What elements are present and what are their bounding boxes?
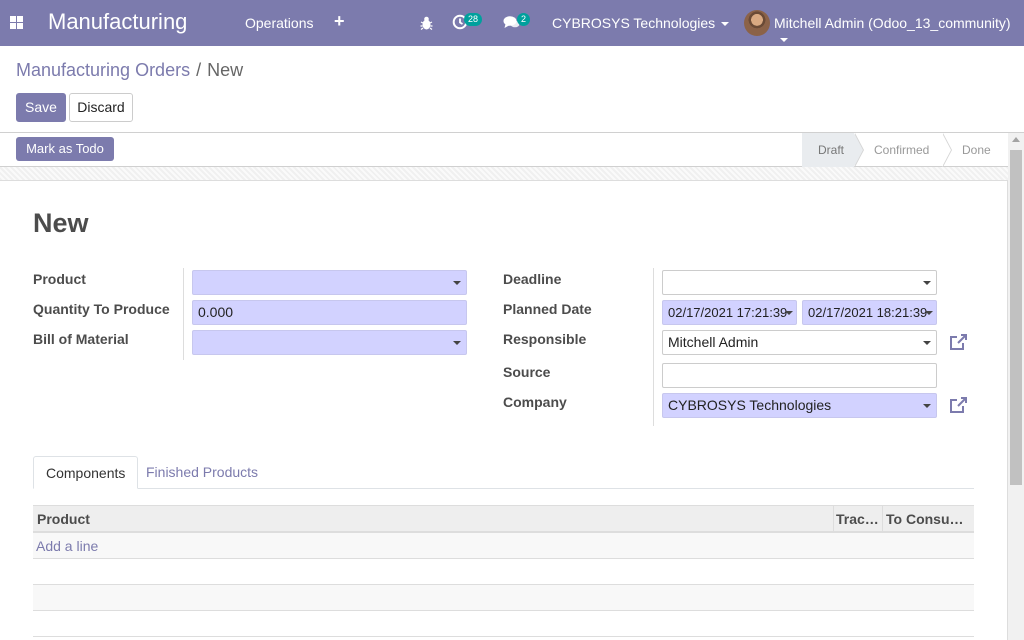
user-name: Mitchell Admin (Odoo_13_community) (774, 15, 1011, 31)
dropdown-arrow-icon[interactable] (923, 341, 931, 345)
discard-button[interactable]: Discard (69, 93, 133, 122)
planned-end-field[interactable]: 02/17/2021 18:21:39 (802, 300, 937, 325)
breadcrumb: Manufacturing Orders / New (16, 60, 243, 81)
table-row: Add a line (33, 533, 974, 559)
plus-icon[interactable]: + (334, 11, 345, 32)
app-title[interactable]: Manufacturing (48, 9, 187, 35)
scrollbar-thumb[interactable] (1010, 150, 1022, 485)
source-label: Source (503, 364, 551, 380)
statusbar: Mark as Todo Draft Confirmed Done (0, 133, 1008, 167)
tab-finished-products[interactable]: Finished Products (134, 456, 270, 489)
company-value: CYBROSYS Technologies (668, 397, 832, 413)
quantity-value: 0.000 (198, 304, 234, 320)
deadline-label: Deadline (503, 271, 562, 287)
breadcrumb-parent[interactable]: Manufacturing Orders (16, 60, 190, 80)
planned-end-value: 02/17/2021 18:21:39 (808, 305, 928, 320)
apps-menu-icon[interactable] (10, 16, 23, 29)
quantity-field[interactable]: 0.000 (192, 300, 467, 325)
source-field[interactable] (662, 363, 937, 388)
stage-pipeline: Draft Confirmed Done (802, 133, 1008, 167)
table-row (33, 611, 974, 637)
add-line-link[interactable]: Add a line (36, 538, 98, 554)
chevron-down-icon (721, 22, 730, 27)
dropdown-arrow-icon[interactable] (785, 311, 793, 315)
stage-label: Confirmed (874, 143, 930, 157)
column-header-to-consume[interactable]: To Consum… (886, 506, 972, 532)
quantity-label: Quantity To Produce (33, 301, 170, 317)
responsible-field[interactable]: Mitchell Admin (662, 330, 937, 355)
dropdown-arrow-icon[interactable] (925, 311, 933, 315)
table-row (33, 585, 974, 611)
bug-icon[interactable] (420, 16, 433, 30)
dropdown-arrow-icon[interactable] (923, 281, 931, 285)
deadline-field[interactable] (662, 270, 937, 295)
external-link-icon[interactable] (948, 396, 968, 414)
breadcrumb-separator: / (196, 60, 202, 80)
divider (833, 506, 834, 532)
table-header: Product Trac… To Consum… (33, 505, 974, 533)
sheet-background (0, 167, 1008, 181)
record-title: New (33, 208, 89, 238)
messages-count-badge: 2 (517, 13, 531, 26)
planned-start-value: 02/17/2021 17:21:39 (668, 305, 788, 320)
dropdown-arrow-icon[interactable] (923, 404, 931, 408)
company-field[interactable]: CYBROSYS Technologies (662, 393, 937, 418)
table-row (33, 559, 974, 585)
company-name: CYBROSYS Technologies (552, 15, 716, 31)
activity-count-badge: 28 (464, 13, 483, 26)
divider (653, 268, 654, 426)
chevron-down-icon (780, 38, 788, 43)
stage-label: Done (962, 143, 991, 157)
dropdown-arrow-icon[interactable] (453, 341, 461, 345)
scroll-up-arrow-icon[interactable] (1012, 137, 1020, 142)
save-button[interactable]: Save (16, 93, 66, 122)
company-switcher[interactable]: CYBROSYS Technologies (552, 15, 730, 31)
divider (183, 268, 184, 360)
bom-field[interactable] (192, 330, 467, 355)
bom-label: Bill of Material (33, 331, 129, 347)
menu-operations[interactable]: Operations (245, 15, 313, 31)
stage-confirmed[interactable]: Confirmed (854, 133, 952, 167)
column-header-product[interactable]: Product (37, 506, 827, 532)
divider (882, 506, 883, 532)
stage-label: Draft (818, 143, 845, 157)
dropdown-arrow-icon[interactable] (453, 281, 461, 285)
planned-start-field[interactable]: 02/17/2021 17:21:39 (662, 300, 797, 325)
planned-date-label: Planned Date (503, 301, 592, 317)
responsible-label: Responsible (503, 331, 587, 347)
top-navbar: Manufacturing Operations + 28 2 CYBROSYS… (0, 0, 1024, 46)
avatar[interactable] (744, 10, 770, 36)
tab-components[interactable]: Components (33, 456, 139, 489)
stage-draft[interactable]: Draft (802, 133, 864, 167)
column-header-tracking[interactable]: Trac… (836, 506, 880, 532)
product-field[interactable] (192, 270, 467, 295)
product-label: Product (33, 271, 86, 287)
company-label: Company (503, 394, 567, 410)
breadcrumb-current: New (207, 60, 244, 80)
external-link-icon[interactable] (948, 333, 968, 351)
user-menu[interactable]: Mitchell Admin (Odoo_13_community) (774, 15, 1024, 47)
responsible-value: Mitchell Admin (668, 334, 759, 350)
mark-as-todo-button[interactable]: Mark as Todo (16, 137, 114, 161)
